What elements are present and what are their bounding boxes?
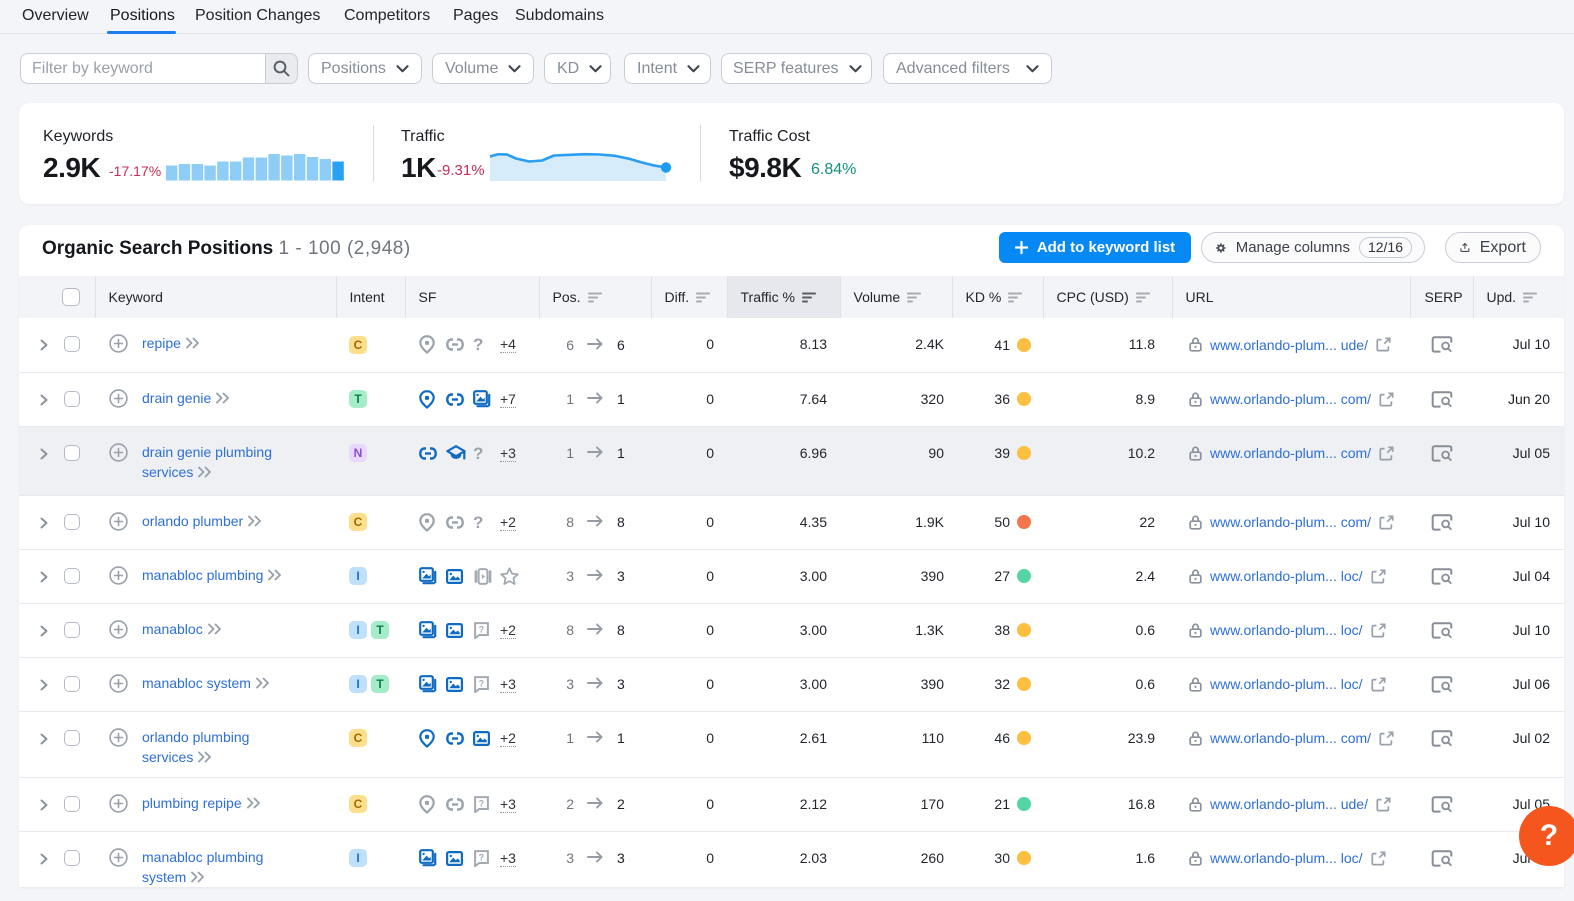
svg-text:?: ?	[479, 624, 485, 634]
svg-text:?: ?	[479, 798, 485, 808]
svg-text:?: ?	[479, 852, 485, 862]
svg-text:?: ?	[479, 678, 485, 688]
